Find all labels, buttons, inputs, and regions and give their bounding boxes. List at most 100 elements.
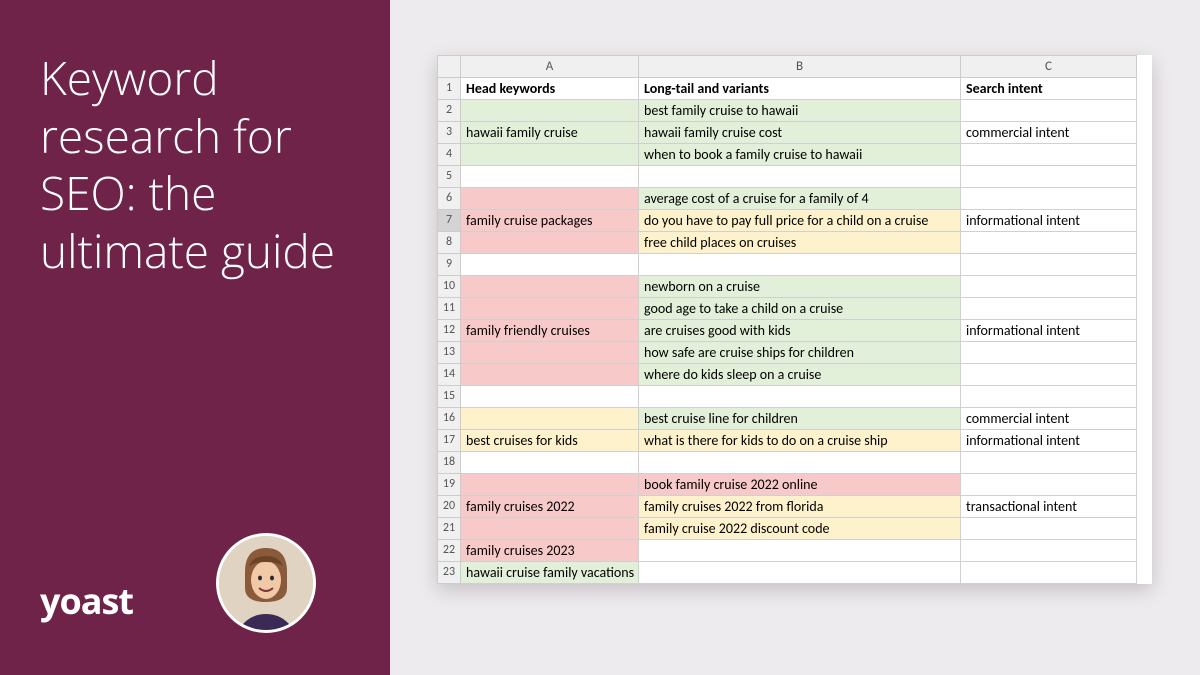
cell[interactable] bbox=[461, 254, 639, 276]
cell[interactable]: good age to take a child on a cruise bbox=[639, 298, 961, 320]
cell[interactable] bbox=[461, 408, 639, 430]
row-head[interactable]: 19 bbox=[437, 474, 461, 496]
cell[interactable] bbox=[961, 232, 1137, 254]
cell[interactable] bbox=[461, 342, 639, 364]
row-head[interactable]: 13 bbox=[437, 342, 461, 364]
row-head[interactable]: 10 bbox=[437, 276, 461, 298]
cell[interactable] bbox=[461, 474, 639, 496]
cell[interactable] bbox=[639, 540, 961, 562]
cell[interactable] bbox=[461, 188, 639, 210]
row-head[interactable]: 16 bbox=[437, 408, 461, 430]
cell[interactable] bbox=[461, 276, 639, 298]
row-head[interactable]: 17 bbox=[437, 430, 461, 452]
cell[interactable]: best cruise line for children bbox=[639, 408, 961, 430]
cell[interactable]: how safe are cruise ships for children bbox=[639, 342, 961, 364]
row-head[interactable]: 5 bbox=[437, 166, 461, 188]
cell[interactable] bbox=[961, 188, 1137, 210]
header-cell[interactable]: Long-tail and variants bbox=[639, 78, 961, 100]
row-head[interactable]: 23 bbox=[437, 562, 461, 584]
cell[interactable]: do you have to pay full price for a chil… bbox=[639, 210, 961, 232]
cell[interactable]: informational intent bbox=[961, 320, 1137, 342]
select-all-corner[interactable] bbox=[437, 55, 461, 78]
cell[interactable]: best cruises for kids bbox=[461, 430, 639, 452]
cell[interactable] bbox=[961, 298, 1137, 320]
cell[interactable] bbox=[961, 474, 1137, 496]
cell[interactable]: commercial intent bbox=[961, 408, 1137, 430]
row-head[interactable]: 2 bbox=[437, 100, 461, 122]
header-cell[interactable]: Head keywords bbox=[461, 78, 639, 100]
row-head[interactable]: 21 bbox=[437, 518, 461, 540]
row-head[interactable]: 20 bbox=[437, 496, 461, 518]
cell[interactable] bbox=[461, 452, 639, 474]
row-head[interactable]: 12 bbox=[437, 320, 461, 342]
cell[interactable] bbox=[639, 254, 961, 276]
row-head[interactable]: 4 bbox=[437, 144, 461, 166]
cell[interactable] bbox=[961, 452, 1137, 474]
col-head-b[interactable]: B bbox=[639, 55, 961, 78]
cell[interactable]: hawaii family cruise cost bbox=[639, 122, 961, 144]
cell[interactable]: family cruise packages bbox=[461, 210, 639, 232]
cell[interactable]: are cruises good with kids bbox=[639, 320, 961, 342]
header-cell[interactable]: Search intent bbox=[961, 78, 1137, 100]
cell[interactable] bbox=[961, 254, 1137, 276]
row-head[interactable]: 15 bbox=[437, 386, 461, 408]
cell[interactable]: informational intent bbox=[961, 430, 1137, 452]
row-head[interactable]: 9 bbox=[437, 254, 461, 276]
cell[interactable] bbox=[639, 386, 961, 408]
cell[interactable] bbox=[461, 364, 639, 386]
cell[interactable]: free child places on cruises bbox=[639, 232, 961, 254]
cell[interactable] bbox=[961, 386, 1137, 408]
row-head[interactable]: 14 bbox=[437, 364, 461, 386]
cell[interactable] bbox=[639, 562, 961, 584]
stage: Keyword research for SEO: the ultimate g… bbox=[0, 0, 1200, 675]
cell[interactable]: family cruises 2022 bbox=[461, 496, 639, 518]
row-head[interactable]: 7 bbox=[437, 210, 461, 232]
cell[interactable] bbox=[961, 364, 1137, 386]
cell[interactable]: family friendly cruises bbox=[461, 320, 639, 342]
row-head[interactable]: 22 bbox=[437, 540, 461, 562]
cell[interactable] bbox=[961, 518, 1137, 540]
cell[interactable]: hawaii cruise family vacations bbox=[461, 562, 639, 584]
cell[interactable]: family cruise 2022 discount code bbox=[639, 518, 961, 540]
cell[interactable] bbox=[461, 232, 639, 254]
cell[interactable]: transactional intent bbox=[961, 496, 1137, 518]
cell[interactable] bbox=[639, 166, 961, 188]
cell[interactable]: family cruises 2023 bbox=[461, 540, 639, 562]
col-head-c[interactable]: C bbox=[961, 55, 1137, 78]
cell[interactable] bbox=[961, 100, 1137, 122]
cell[interactable] bbox=[961, 540, 1137, 562]
cell[interactable] bbox=[461, 100, 639, 122]
cell[interactable] bbox=[461, 144, 639, 166]
cell[interactable] bbox=[961, 166, 1137, 188]
cell[interactable]: book family cruise 2022 online bbox=[639, 474, 961, 496]
row-head[interactable]: 18 bbox=[437, 452, 461, 474]
cell[interactable]: family cruises 2022 from florida bbox=[639, 496, 961, 518]
cell[interactable]: informational intent bbox=[961, 210, 1137, 232]
cell[interactable] bbox=[961, 276, 1137, 298]
cell[interactable] bbox=[961, 562, 1137, 584]
col-head-a[interactable]: A bbox=[461, 55, 639, 78]
row-head[interactable]: 8 bbox=[437, 232, 461, 254]
spreadsheet[interactable]: A B C 1Head keywordsLong-tail and varian… bbox=[437, 55, 1152, 584]
row-head[interactable]: 1 bbox=[437, 78, 461, 100]
cell[interactable] bbox=[461, 518, 639, 540]
cell[interactable]: hawaii family cruise bbox=[461, 122, 639, 144]
row-head[interactable]: 6 bbox=[437, 188, 461, 210]
cell[interactable]: where do kids sleep on a cruise bbox=[639, 364, 961, 386]
brand-logo: yoast bbox=[40, 576, 133, 625]
row-head[interactable]: 3 bbox=[437, 122, 461, 144]
title-panel: Keyword research for SEO: the ultimate g… bbox=[0, 0, 390, 675]
cell[interactable] bbox=[461, 386, 639, 408]
cell[interactable] bbox=[961, 342, 1137, 364]
cell[interactable]: commercial intent bbox=[961, 122, 1137, 144]
cell[interactable]: average cost of a cruise for a family of… bbox=[639, 188, 961, 210]
cell[interactable] bbox=[461, 166, 639, 188]
cell[interactable]: what is there for kids to do on a cruise… bbox=[639, 430, 961, 452]
cell[interactable]: best family cruise to hawaii bbox=[639, 100, 961, 122]
cell[interactable] bbox=[639, 452, 961, 474]
row-head[interactable]: 11 bbox=[437, 298, 461, 320]
cell[interactable]: when to book a family cruise to hawaii bbox=[639, 144, 961, 166]
cell[interactable] bbox=[961, 144, 1137, 166]
cell[interactable] bbox=[461, 298, 639, 320]
cell[interactable]: newborn on a cruise bbox=[639, 276, 961, 298]
